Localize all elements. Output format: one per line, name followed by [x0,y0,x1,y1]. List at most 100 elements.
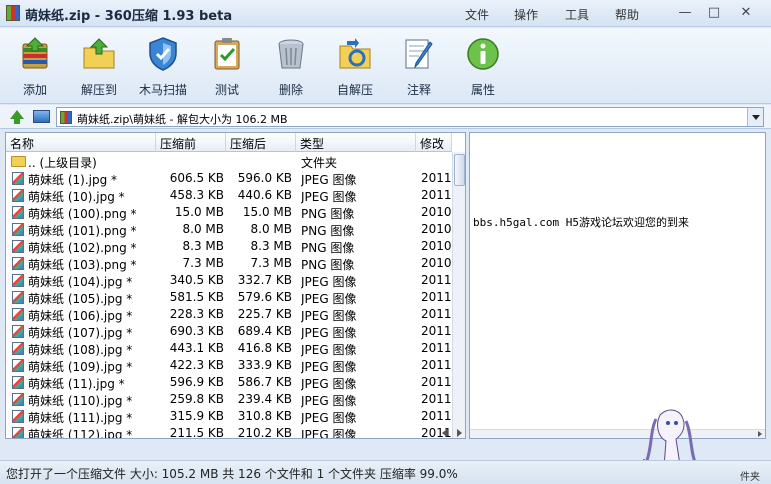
column-header-size[interactable]: 压缩前 [156,133,226,152]
trojan-scan-button[interactable]: 木马扫描 [132,32,194,100]
scroll-thumb[interactable] [454,154,465,186]
file-modified: 2011 [421,188,451,202]
file-row[interactable]: 萌妹纸 (105).jpg * 581.5 KB 579.6 KB JPEG 图像 20… [6,289,452,306]
file-row[interactable]: 萌妹纸 (109).jpg * 422.3 KB 333.9 KB JPEG 图像 20… [6,357,452,374]
file-row[interactable]: 萌妹纸 (10).jpg * 458.3 KB 440.6 KB JPEG 图像 201… [6,187,452,204]
file-packed-size: 586.7 KB [237,375,292,389]
title-bar: 萌妹纸.zip - 360压缩 1.93 beta 文件 操作 工具 帮助 — … [0,0,771,27]
scroll-left-icon[interactable] [442,429,447,437]
file-row[interactable]: 萌妹纸 (101).png * 8.0 MB 8.0 MB PNG 图像 2010 [6,221,452,238]
add-button[interactable]: 添加 [4,32,66,100]
file-row[interactable]: 萌妹纸 (106).jpg * 228.3 KB 225.7 KB JPEG 图像 20… [6,306,452,323]
image-file-icon [12,410,24,423]
extract-to-label: 解压到 [80,83,117,97]
add-archive-icon [22,37,48,69]
menu-tools[interactable]: 工具 [565,6,589,23]
file-modified: 2011 [421,273,451,287]
column-header-packed[interactable]: 压缩后 [226,133,296,152]
image-file-icon [12,342,24,355]
file-list: 名称 压缩前 压缩后 类型 修改 .. (上级目录) 文件夹 萌妹纸 (1).jpg… [5,132,466,439]
file-name: 萌妹纸 (11).jpg * [28,377,125,391]
file-modified: 2011 [421,409,451,423]
vertical-scrollbar[interactable] [452,152,465,438]
extract-to-button[interactable]: 解压到 [68,32,130,100]
file-modified: 2011 [421,171,451,185]
toolbar: 添加 解压到 木马扫描 测试 删除 自解压 注释 属性 [0,28,771,104]
file-modified: 2010 [421,205,451,219]
file-name: 萌妹纸 (103).png * [28,258,137,272]
column-header-type[interactable]: 类型 [296,133,416,152]
delete-label: 删除 [278,83,303,97]
file-type: PNG 图像 [301,224,355,238]
file-size: 458.3 KB [169,188,224,202]
file-type: PNG 图像 [301,258,355,272]
image-file-icon [12,240,24,253]
properties-button[interactable]: 属性 [452,32,514,100]
file-row[interactable]: 萌妹纸 (102).png * 8.3 MB 8.3 MB PNG 图像 2010 [6,238,452,255]
path-box[interactable]: 萌妹纸.zip\萌妹纸 - 解包大小为 106.2 MB [56,107,764,127]
file-modified: 2011 [421,290,451,304]
file-row[interactable]: 萌妹纸 (11).jpg * 596.9 KB 586.7 KB JPEG 图像 201… [6,374,452,391]
file-name: 萌妹纸 (102).png * [28,241,137,255]
archive-icon [60,111,72,124]
minimize-button[interactable]: — [672,4,698,22]
file-type: PNG 图像 [301,207,355,221]
file-row[interactable]: .. (上级目录) 文件夹 [6,153,452,170]
file-row[interactable]: 萌妹纸 (100).png * 15.0 MB 15.0 MB PNG 图像 2010 [6,204,452,221]
file-size: 259.8 KB [169,392,224,406]
file-packed-size: 239.4 KB [237,392,292,406]
file-size: 340.5 KB [169,273,224,287]
file-type: JPEG 图像 [301,309,357,323]
test-button[interactable]: 测试 [196,32,258,100]
close-button[interactable]: ✕ [733,4,759,22]
delete-button[interactable]: 删除 [260,32,322,100]
file-row[interactable]: 萌妹纸 (104).jpg * 340.5 KB 332.7 KB JPEG 图像 20… [6,272,452,289]
status-bar: 您打开了一个压缩文件 大小: 105.2 MB 共 126 个文件和 1 个文件… [0,460,771,484]
scroll-right-icon[interactable] [457,429,462,437]
app-archive-icon [6,5,20,21]
file-type: JPEG 图像 [301,292,357,306]
extract-to-folder-icon [83,38,115,69]
comment-hscrollbar[interactable] [470,429,765,438]
menu-file[interactable]: 文件 [465,6,489,23]
file-row[interactable]: 萌妹纸 (1).jpg * 606.5 KB 596.0 KB JPEG 图像 2011 [6,170,452,187]
column-header-modified[interactable]: 修改 [416,133,452,152]
file-type: JPEG 图像 [301,343,357,357]
maximize-button[interactable]: □ [701,4,727,22]
file-size: 7.3 MB [182,256,224,270]
comment-button[interactable]: 注释 [388,32,450,100]
image-file-icon [12,325,24,338]
file-packed-size: 7.3 MB [250,256,292,270]
properties-label: 属性 [470,83,495,97]
self-extract-button[interactable]: 自解压 [324,32,386,100]
menu-operation[interactable]: 操作 [514,6,538,23]
status-tail-text: 件夹 [740,472,760,483]
path-dropdown-button[interactable] [747,108,763,126]
file-size: 581.5 KB [169,290,224,304]
path-text: 萌妹纸.zip\萌妹纸 - 解包大小为 106.2 MB [77,113,288,126]
file-modified: 2011 [421,341,451,355]
file-size: 15.0 MB [174,205,224,219]
shield-scan-icon [149,37,177,71]
trash-bin-icon [278,39,304,69]
image-file-icon [12,223,24,236]
file-row[interactable]: 萌妹纸 (107).jpg * 690.3 KB 689.4 KB JPEG 图像 20… [6,323,452,340]
scroll-right-icon[interactable] [758,431,762,437]
archive-comment: bbs.h5gal.com H5游戏论坛欢迎您的到来 [473,216,689,229]
column-header-name[interactable]: 名称 [6,133,156,152]
comment-label: 注释 [406,83,431,97]
file-modified: 2011 [421,392,451,406]
file-name: .. (上级目录) [28,156,97,170]
file-row[interactable]: 萌妹纸 (110).jpg * 259.8 KB 239.4 KB JPEG 图像 20… [6,391,452,408]
file-modified: 2010 [421,256,451,270]
file-row[interactable]: 萌妹纸 (112).jpg * 211.5 KB 210.2 KB JPEG 图像 20… [6,425,452,439]
file-type: JPEG 图像 [301,428,357,439]
file-row[interactable]: 萌妹纸 (111).jpg * 315.9 KB 310.8 KB JPEG 图像 20… [6,408,452,425]
file-row[interactable]: 萌妹纸 (103).png * 7.3 MB 7.3 MB PNG 图像 2010 [6,255,452,272]
computer-icon[interactable] [33,110,50,123]
file-packed-size: 333.9 KB [237,358,292,372]
menu-help[interactable]: 帮助 [615,6,639,23]
file-row[interactable]: 萌妹纸 (108).jpg * 443.1 KB 416.8 KB JPEG 图像 20… [6,340,452,357]
file-size: 8.3 MB [182,239,224,253]
comment-panel: bbs.h5gal.com H5游戏论坛欢迎您的到来 [469,132,766,439]
